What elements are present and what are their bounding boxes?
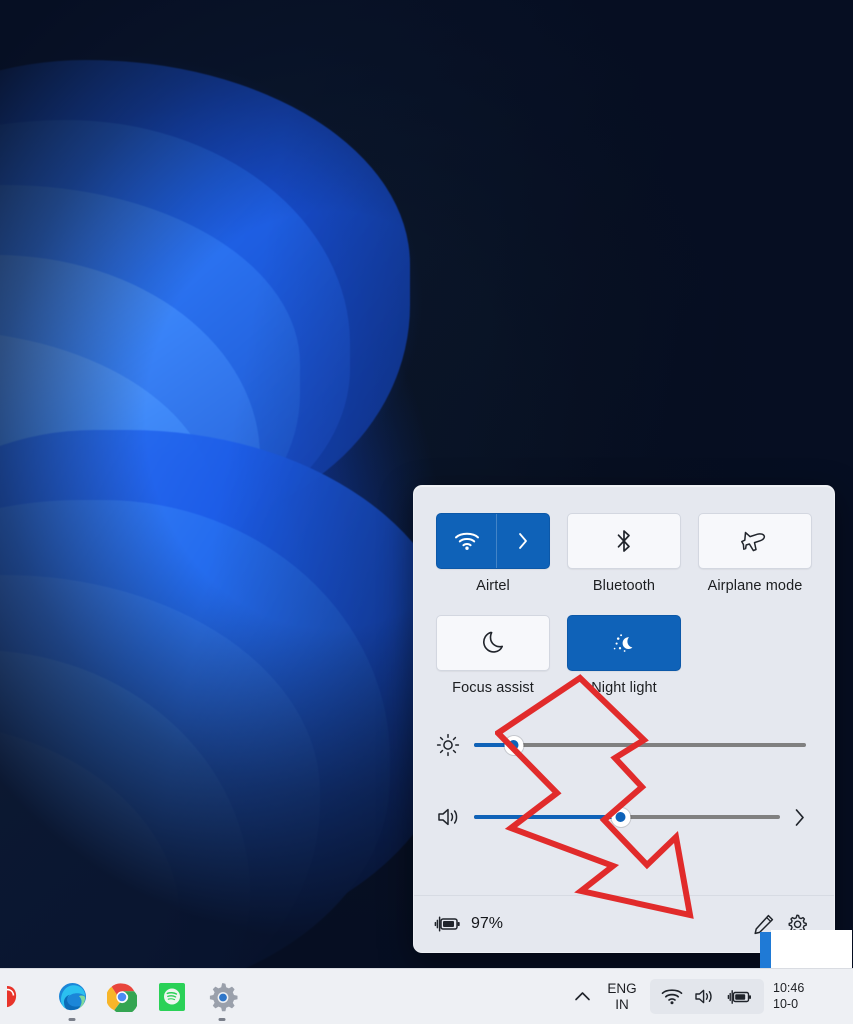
tile-wifi-toggle[interactable] [437, 514, 497, 568]
system-tray: ENG IN 10:46 10-0 [565, 977, 853, 1017]
tile-cell-bluetooth: Bluetooth [567, 513, 681, 594]
tile-label-airplane-mode: Airplane mode [707, 578, 803, 594]
tile-cell-airplane: Airplane mode [698, 513, 812, 594]
taskbar-running-indicator [218, 1017, 226, 1021]
spotify-icon [159, 982, 185, 1011]
brightness-slider[interactable] [474, 735, 806, 755]
tile-bluetooth[interactable] [567, 513, 681, 569]
volume-icon [695, 989, 712, 1004]
slider-row-brightness [436, 722, 812, 768]
chevron-up-icon [574, 992, 590, 1001]
volume-fill [474, 815, 621, 819]
quick-settings-panel: Airtel Bluetooth Airplane mode Focus ass… [413, 485, 835, 953]
google-chrome-icon [107, 982, 137, 1012]
brightness-icon-wrap [436, 733, 470, 757]
chevron-right-icon [519, 533, 527, 549]
tile-cell-focus-assist: Focus assist [436, 615, 550, 696]
language-line-2: IN [615, 996, 629, 1012]
brightness-icon [436, 733, 460, 757]
quick-settings-sliders [414, 696, 834, 840]
bluetooth-icon [617, 530, 630, 552]
taskbar-running-indicator [68, 1017, 76, 1021]
volume-icon-wrap[interactable] [436, 805, 470, 829]
wifi-icon [454, 532, 479, 550]
tile-label-night-light: Night light [591, 680, 657, 696]
tile-cell-empty [698, 615, 812, 696]
tile-airplane-mode[interactable] [698, 513, 812, 569]
microsoft-edge-icon [58, 983, 86, 1011]
volume-slider[interactable] [474, 807, 780, 827]
brightness-track [474, 743, 806, 747]
taskbar-app-chrome[interactable] [106, 981, 138, 1013]
tile-wifi-expand[interactable] [497, 514, 549, 568]
quick-settings-tiles-grid: Airtel Bluetooth Airplane mode Focus ass… [414, 486, 834, 696]
settings-gear-icon [209, 983, 237, 1012]
battery-charging-icon [727, 989, 751, 1004]
tile-label-wifi: Airtel [476, 578, 510, 594]
tile-night-light[interactable] [567, 615, 681, 671]
taskbar-clock[interactable]: 10:46 10-0 [769, 981, 843, 1012]
taskbar-app-partial[interactable] [6, 981, 38, 1013]
language-indicator[interactable]: ENG IN [599, 981, 645, 1011]
volume-expand-button[interactable] [786, 808, 812, 827]
clock-time: 10:46 [773, 980, 805, 995]
taskbar-app-spotify[interactable] [156, 981, 188, 1013]
slider-row-volume [436, 794, 812, 840]
moon-icon [482, 631, 503, 653]
clock-date: 10-0 [773, 996, 799, 1011]
tray-status-icons[interactable] [650, 979, 764, 1014]
partial-app-icon [7, 985, 17, 1007]
language-line-1: ENG [607, 981, 637, 997]
wifi-icon [661, 989, 683, 1005]
taskbar-app-icons [0, 981, 238, 1021]
chevron-right-icon [795, 808, 804, 826]
taskbar: ENG IN 10:46 10-0 [0, 968, 853, 1024]
taskbar-app-edge[interactable] [56, 981, 88, 1021]
battery-charging-icon [434, 916, 460, 932]
show-desktop-button[interactable] [843, 977, 849, 1017]
tile-cell-night-light: Night light [567, 615, 681, 696]
brightness-thumb[interactable] [504, 735, 524, 755]
taskbar-app-settings[interactable] [206, 981, 238, 1021]
airplane-icon [741, 531, 766, 552]
tile-wifi[interactable] [436, 513, 550, 569]
volume-thumb[interactable] [611, 807, 631, 827]
battery-status[interactable]: 97% [434, 914, 503, 934]
tile-label-bluetooth: Bluetooth [592, 578, 656, 594]
volume-icon [438, 808, 458, 826]
tile-focus-assist[interactable] [436, 615, 550, 671]
tile-label-focus-assist: Focus assist [452, 680, 534, 696]
night-light-icon [613, 634, 633, 652]
tile-cell-wifi: Airtel [436, 513, 550, 594]
tray-overflow-button[interactable] [565, 977, 599, 1017]
battery-percent-label: 97% [471, 915, 504, 932]
